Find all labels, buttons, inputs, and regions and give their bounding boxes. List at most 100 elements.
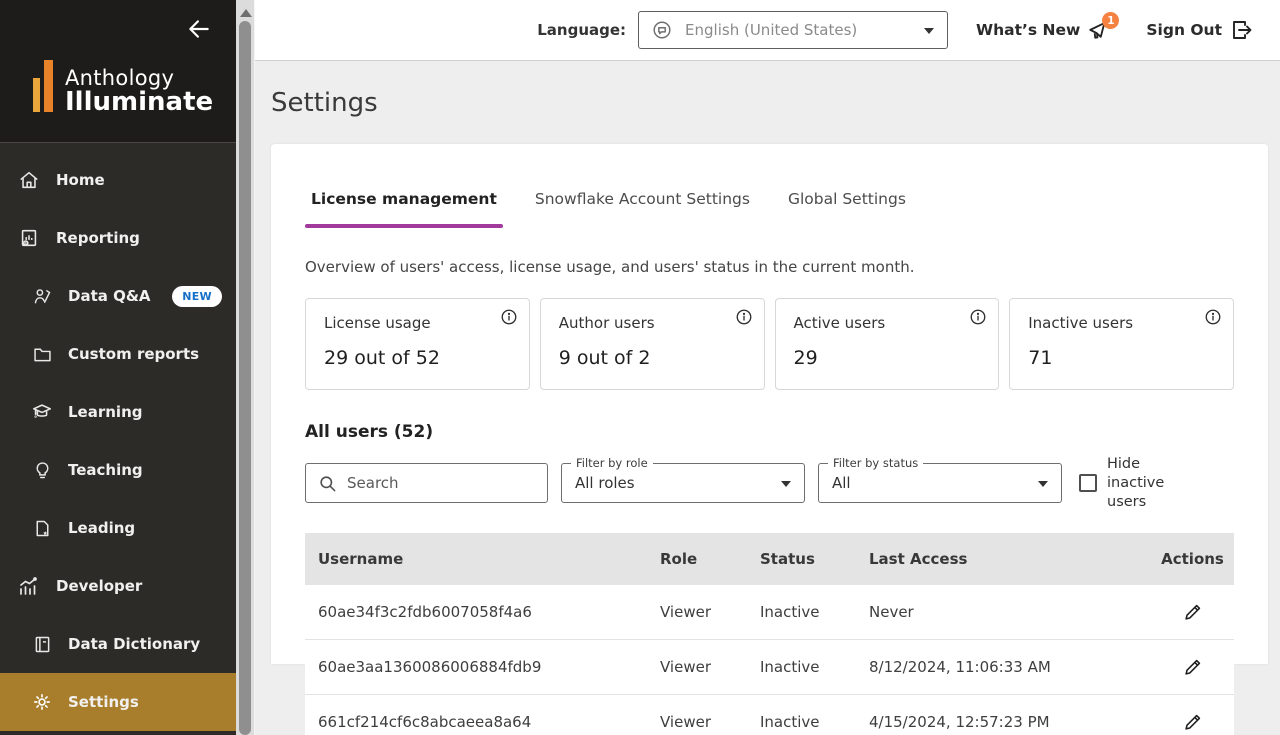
filter-status-value: All [832, 474, 851, 493]
sidebar-item-label: Data Q&A [68, 287, 151, 305]
language-select[interactable]: English (United States) [638, 11, 949, 49]
info-icon[interactable] [1204, 308, 1222, 326]
scrollbar-up-arrow-icon[interactable] [236, 3, 255, 17]
sidebar-item-data-qa[interactable]: Data Q&A NEW [0, 267, 236, 325]
edit-pencil-icon[interactable] [1182, 656, 1204, 678]
sidebar-item-reporting[interactable]: Reporting [0, 209, 236, 267]
column-header-username: Username [318, 549, 404, 568]
stat-label: Inactive users [1028, 314, 1134, 332]
brand-logo: Anthology Illuminate [33, 60, 213, 116]
users-table: Username Role Status Last Access Actions… [305, 532, 1234, 735]
filter-status-label: Filter by status [828, 456, 924, 471]
table-controls: Filter by role All roles Filter by statu… [305, 455, 1234, 512]
cell-role: Viewer [660, 602, 711, 621]
brand-name-top: Anthology [65, 65, 175, 90]
sidebar-item-data-dictionary[interactable]: Data Dictionary [0, 615, 236, 673]
sidebar-item-label: Custom reports [68, 345, 200, 363]
filter-role-label: Filter by role [571, 456, 653, 471]
search-input[interactable] [347, 474, 535, 493]
data-qa-icon [31, 284, 53, 308]
hide-inactive-label: Hide inactive users [1107, 456, 1165, 510]
table-row: 661cf214cf6c8abcaeea8a64 Viewer Inactive… [305, 694, 1234, 735]
language-value: English (United States) [685, 21, 858, 39]
sidebar: Anthology Illuminate Home Reporting Data… [0, 0, 236, 735]
cell-username: 60ae3aa1360086006884fdb9 [318, 657, 542, 676]
hide-inactive-control: Hide inactive users [1079, 455, 1201, 512]
column-header-last-access: Last Access [869, 549, 968, 568]
cell-last-access: 8/12/2024, 11:06:33 AM [869, 657, 1051, 676]
tab-snowflake-account-settings[interactable]: Snowflake Account Settings [529, 190, 756, 228]
cell-status: Inactive [760, 712, 820, 731]
stat-label: License usage [324, 314, 431, 332]
sidebar-item-learning[interactable]: Learning [0, 383, 236, 441]
sidebar-item-custom-reports[interactable]: Custom reports [0, 325, 236, 383]
sidebar-item-label: Leading [68, 519, 136, 537]
vertical-scrollbar[interactable] [236, 0, 255, 735]
dev-chart-icon [17, 574, 41, 598]
sidebar-item-label: Reporting [56, 229, 140, 247]
tab-global-settings[interactable]: Global Settings [782, 190, 912, 228]
search-box [305, 463, 548, 504]
sidebar-item-leading[interactable]: Leading [0, 499, 236, 557]
sidebar-item-developer[interactable]: Developer [0, 557, 236, 615]
stat-value: 29 out of 52 [324, 347, 440, 369]
sidebar-item-teaching[interactable]: Teaching [0, 441, 236, 499]
notification-badge: 1 [1102, 12, 1120, 29]
sign-out-button[interactable]: Sign Out [1146, 18, 1254, 42]
folder-icon [31, 342, 53, 366]
main-area: Language: English (United States) What’s… [255, 0, 1280, 735]
new-badge: NEW [172, 285, 222, 307]
info-icon[interactable] [735, 308, 753, 326]
table-header-row: Username Role Status Last Access Actions [305, 532, 1234, 585]
info-icon[interactable] [500, 308, 518, 326]
stat-card-inactive-users: Inactive users 71 [1009, 298, 1234, 390]
reporting-icon [17, 226, 41, 250]
brand-logo-bars-icon [33, 60, 53, 116]
stat-card-active-users: Active users 29 [774, 298, 1000, 390]
gear-icon [31, 690, 53, 714]
sidebar-item-label: Data Dictionary [68, 635, 201, 653]
cell-last-access: Never [869, 602, 914, 621]
sign-out-icon [1230, 18, 1254, 42]
filter-role-value: All roles [575, 474, 635, 493]
lightbulb-icon [31, 458, 53, 482]
hide-inactive-checkbox[interactable] [1079, 474, 1097, 493]
page-title: Settings [271, 88, 378, 118]
stat-value: 71 [1028, 347, 1053, 369]
whats-new-link[interactable]: What’s New 1 [976, 12, 1120, 43]
sidebar-item-settings[interactable]: Settings [0, 673, 236, 731]
filter-by-role-select[interactable]: Filter by role All roles [561, 456, 805, 504]
collapse-sidebar-icon[interactable] [186, 16, 212, 42]
edit-pencil-icon[interactable] [1182, 601, 1204, 623]
cell-last-access: 4/15/2024, 12:57:23 PM [869, 712, 1050, 731]
cell-status: Inactive [760, 602, 820, 621]
cell-status: Inactive [760, 657, 820, 676]
scrollbar-thumb[interactable] [239, 21, 251, 735]
filter-by-status-select[interactable]: Filter by status All [818, 456, 1062, 504]
info-icon[interactable] [969, 308, 987, 326]
stat-label: Active users [793, 314, 886, 332]
sidebar-item-label: Settings [68, 693, 139, 711]
sidebar-item-label: Developer [56, 577, 143, 595]
sidebar-nav: Home Reporting Data Q&A NEW Custom repor… [0, 143, 236, 731]
chevron-down-icon [1038, 481, 1048, 488]
sign-out-label: Sign Out [1146, 21, 1222, 39]
brand-name-bottom: Illuminate [65, 86, 214, 117]
sidebar-item-home[interactable]: Home [0, 151, 236, 209]
stat-card-author-users: Author users 9 out of 2 [539, 298, 765, 390]
home-icon [17, 168, 41, 192]
tab-license-management[interactable]: License management [305, 190, 503, 228]
content: Settings License management Snowflake Ac… [255, 61, 1280, 735]
topbar: Language: English (United States) What’s… [255, 0, 1280, 61]
settings-panel: License management Snowflake Account Set… [271, 144, 1268, 735]
sidebar-item-label: Teaching [68, 461, 143, 479]
chevron-down-icon [781, 481, 791, 488]
edit-pencil-icon[interactable] [1182, 711, 1204, 733]
stat-label: Author users [558, 314, 655, 332]
book-icon [31, 632, 53, 656]
column-header-actions: Actions [1161, 549, 1224, 568]
sidebar-header: Anthology Illuminate [0, 0, 236, 143]
column-header-role: Role [660, 549, 698, 568]
language-icon [651, 19, 673, 41]
cell-role: Viewer [660, 712, 711, 731]
